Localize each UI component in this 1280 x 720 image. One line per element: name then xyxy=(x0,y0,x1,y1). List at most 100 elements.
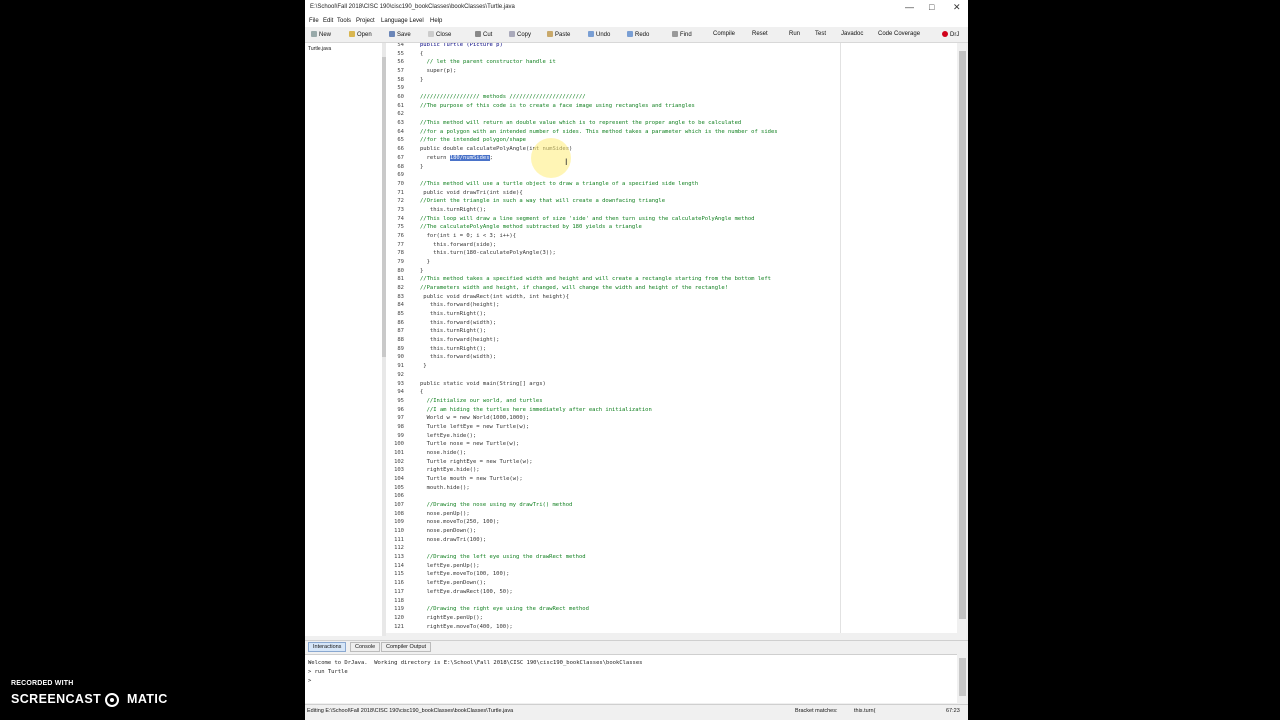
code-line[interactable]: 118 xyxy=(386,598,946,604)
menu-edit[interactable]: Edit xyxy=(323,18,333,24)
new-button[interactable]: New xyxy=(311,31,331,38)
code-line[interactable]: 80} xyxy=(386,268,946,274)
code-line[interactable]: 107 //Drawing the nose using my drawTri(… xyxy=(386,502,946,508)
code-line[interactable]: 75 //The calculatePolyAngle method subtra… xyxy=(386,224,946,230)
code-line[interactable]: 87 this.turnRight(); xyxy=(386,328,946,334)
code-line[interactable]: 91 } xyxy=(386,363,946,369)
code-line[interactable]: 83 public void drawRect(int width, int h… xyxy=(386,294,946,300)
code-line[interactable]: 59 xyxy=(386,85,946,91)
code-line[interactable]: 102 Turtle rightEye = new Turtle(w); xyxy=(386,459,946,465)
code-line[interactable]: 86 this.forward(width); xyxy=(386,320,946,326)
code-line[interactable]: 77 this.forward(side); xyxy=(386,242,946,248)
code-line[interactable]: 90 this.forward(width); xyxy=(386,354,946,360)
undo-button[interactable]: Undo xyxy=(588,31,610,38)
code-line[interactable]: 94 { xyxy=(386,389,946,395)
code-editor[interactable]: 54 public Turtle (Picture p) 55 { 56 // let … xyxy=(386,43,957,633)
code-line[interactable]: 65 //for the intended polygon/shape xyxy=(386,137,946,143)
code-line[interactable]: 79 } xyxy=(386,259,946,265)
code-line[interactable]: 110 nose.penDown(); xyxy=(386,528,946,534)
interactions-pane[interactable]: Welcome to DrJava. Working directory is … xyxy=(305,654,957,703)
interactions-scroll-thumb[interactable] xyxy=(959,658,966,696)
code-line[interactable]: 117 leftEye.drawRect(100, 50); xyxy=(386,589,946,595)
editor-scroll-thumb[interactable] xyxy=(959,51,966,619)
code-line[interactable]: 119 //Drawing the right eye using the dr… xyxy=(386,606,946,612)
code-line[interactable]: 97 World w = new World(1000,1000); xyxy=(386,415,946,421)
code-line[interactable]: 85 this.turnRight(); xyxy=(386,311,946,317)
code-line[interactable]: 62 xyxy=(386,111,946,117)
close-file-button[interactable]: Close xyxy=(428,31,451,38)
save-button[interactable]: Save xyxy=(389,31,411,38)
compile-button[interactable]: Compile xyxy=(713,31,735,37)
tab-console[interactable]: Console xyxy=(350,642,381,652)
open-button[interactable]: Open xyxy=(349,31,372,38)
code-line[interactable]: 111 nose.drawTri(100); xyxy=(386,537,946,543)
code-line[interactable]: 81 //This method takes a specified width … xyxy=(386,276,946,282)
code-line[interactable]: 96 //I am hiding the turtles here immedi… xyxy=(386,407,946,413)
code-line[interactable]: 115 leftEye.moveTo(100, 100); xyxy=(386,571,946,577)
code-line[interactable]: 76 for(int i = 0; i < 3; i++){ xyxy=(386,233,946,239)
menu-language-level[interactable]: Language Level xyxy=(381,18,424,24)
code-line[interactable]: 116 leftEye.penDown(); xyxy=(386,580,946,586)
code-line[interactable]: 73 this.turnRight(); xyxy=(386,207,946,213)
code-line[interactable]: 92 xyxy=(386,372,946,378)
code-line[interactable]: 120 rightEye.penUp(); xyxy=(386,615,946,621)
interactions-prompt[interactable]: > xyxy=(308,678,311,684)
interactions-scrollbar[interactable] xyxy=(957,654,968,702)
code-line[interactable]: 69 xyxy=(386,172,946,178)
code-line[interactable]: 104 Turtle mouth = new Turtle(w); xyxy=(386,476,946,482)
editor-scrollbar[interactable] xyxy=(957,43,968,633)
menu-help[interactable]: Help xyxy=(430,18,442,24)
code-line[interactable]: 84 this.forward(height); xyxy=(386,302,946,308)
minimize-button[interactable]: — xyxy=(905,2,914,12)
menu-tools[interactable]: Tools xyxy=(337,18,351,24)
code-line[interactable]: 93 public static void main(String[] args) xyxy=(386,381,946,387)
test-button[interactable]: Test xyxy=(815,31,826,37)
code-line[interactable]: 54 public Turtle (Picture p) xyxy=(386,43,946,48)
code-line[interactable]: 108 nose.penUp(); xyxy=(386,511,946,517)
code-line[interactable]: 106 xyxy=(386,493,946,499)
run-button[interactable]: Run xyxy=(789,31,800,37)
cut-button[interactable]: Cut xyxy=(475,31,492,38)
code-line[interactable]: 57 super(p); xyxy=(386,68,946,74)
code-line[interactable]: 103 rightEye.hide(); xyxy=(386,467,946,473)
code-line[interactable]: 70 //This method will use a turtle object… xyxy=(386,181,946,187)
close-window-button[interactable]: ✕ xyxy=(953,2,961,13)
maximize-button[interactable]: □ xyxy=(929,2,934,12)
code-line[interactable]: 82 //Parameters width and height, if chan… xyxy=(386,285,946,291)
redo-button[interactable]: Redo xyxy=(627,31,649,38)
code-line[interactable]: 55 { xyxy=(386,51,946,57)
code-line[interactable]: 98 Turtle leftEye = new Turtle(w); xyxy=(386,424,946,430)
code-line[interactable]: 100 Turtle nose = new Turtle(w); xyxy=(386,441,946,447)
code-line[interactable]: 105 mouth.hide(); xyxy=(386,485,946,491)
drjava-button[interactable]: DrJ xyxy=(942,31,959,38)
code-line[interactable]: 56 // let the parent constructor handle … xyxy=(386,59,946,65)
tab-compiler-output[interactable]: Compiler Output xyxy=(381,642,432,652)
code-line[interactable]: 72 //Orient the triangle in such a way th… xyxy=(386,198,946,204)
paste-button[interactable]: Paste xyxy=(547,31,570,38)
code-line[interactable]: 88 this.forward(height); xyxy=(386,337,946,343)
code-coverage-button[interactable]: Code Coverage xyxy=(878,31,920,37)
code-line[interactable]: 63 //This method will return an double va… xyxy=(386,120,946,126)
code-line[interactable]: 99 leftEye.hide(); xyxy=(386,433,946,439)
code-line[interactable]: 60 ////////////////// methods ///////////… xyxy=(386,94,946,100)
code-line[interactable]: 71 public void drawTri(int side){ xyxy=(386,190,946,196)
code-line[interactable]: 74 //This loop will draw a line segment o… xyxy=(386,216,946,222)
reset-button[interactable]: Reset xyxy=(752,31,768,37)
find-button[interactable]: Find xyxy=(672,31,692,38)
code-line[interactable]: 95 //Initialize our world, and turtles xyxy=(386,398,946,404)
code-line[interactable]: 67 return 180/numSides; xyxy=(386,154,946,161)
menu-file[interactable]: File xyxy=(309,18,319,24)
tab-interactions[interactable]: Interactions xyxy=(308,642,347,652)
document-item-turtle[interactable]: Turtle.java xyxy=(308,46,331,52)
code-line[interactable]: 114 leftEye.penUp(); xyxy=(386,563,946,569)
code-line[interactable]: 89 this.turnRight(); xyxy=(386,346,946,352)
code-line[interactable]: 113 //Drawing the left eye using the dra… xyxy=(386,554,946,560)
code-line[interactable]: 78 this.turn(180-calculatePolyAngle(3)); xyxy=(386,250,946,256)
code-line[interactable]: 58} xyxy=(386,77,946,83)
copy-button[interactable]: Copy xyxy=(509,31,531,38)
code-line[interactable]: 121 rightEye.moveTo(400, 100); xyxy=(386,624,946,630)
javadoc-button[interactable]: Javadoc xyxy=(841,31,863,37)
code-line[interactable]: 112 xyxy=(386,545,946,551)
code-line[interactable]: 61 //The purpose of this code is to creat… xyxy=(386,103,946,109)
code-line[interactable]: 109 nose.moveTo(250, 100); xyxy=(386,519,946,525)
